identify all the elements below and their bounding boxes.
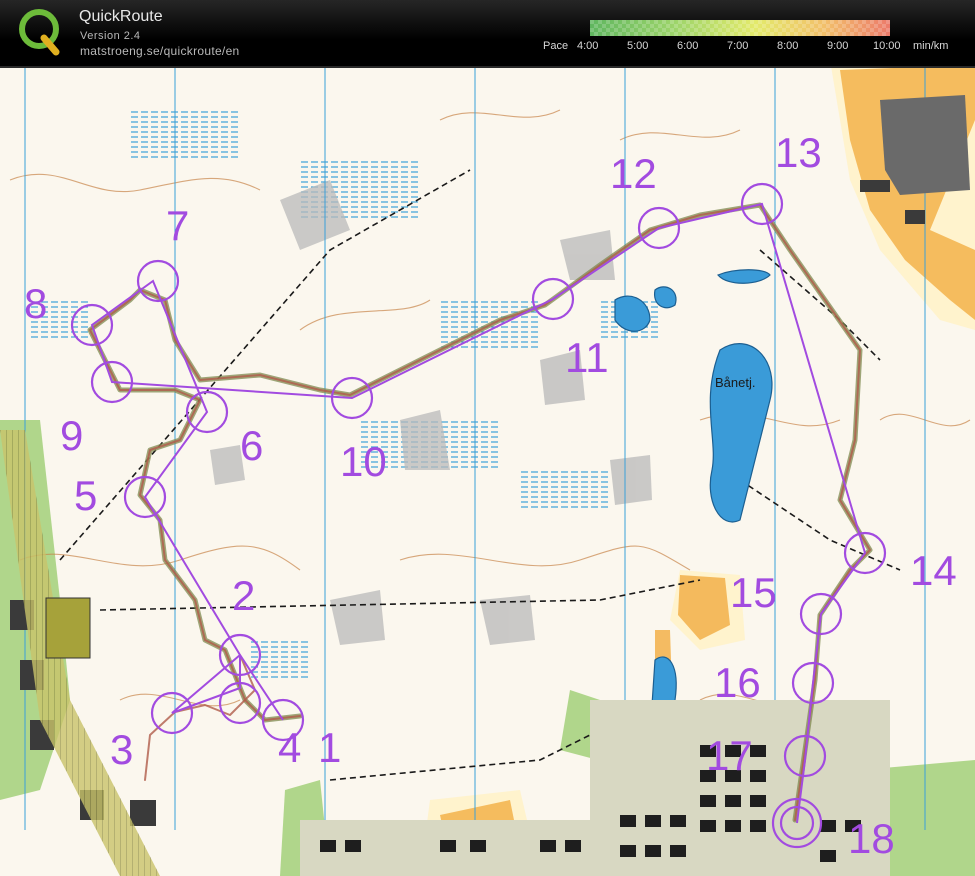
pace-color-scale — [590, 20, 890, 36]
app-url[interactable]: matstroeng.se/quickroute/en — [80, 44, 240, 58]
control-number: 3 — [110, 726, 133, 773]
control-number: 2 — [232, 572, 255, 619]
control-number: 16 — [714, 659, 761, 706]
pace-tick-label: 4:00 — [577, 40, 599, 52]
pace-unit-label: min/km — [913, 40, 949, 52]
orienteering-map[interactable]: Bånetj. 1 2 3 4 5 6 7 8 9 10 11 12 13 14… — [0, 68, 975, 876]
pace-tick-label: 6:00 — [677, 40, 699, 52]
quickroute-viewer: QuickRoute Version 2.4 matstroeng.se/qui… — [0, 0, 975, 876]
control-number: 15 — [730, 569, 777, 616]
control-number: 6 — [240, 422, 263, 469]
control-number: 17 — [706, 732, 753, 779]
lake-label: Bånetj. — [715, 375, 755, 390]
pace-tick-label: 9:00 — [827, 40, 849, 52]
control-number: 9 — [60, 412, 83, 459]
pace-tick-label: 5:00 — [627, 40, 649, 52]
small-lake — [653, 286, 677, 309]
control-number: 5 — [74, 472, 97, 519]
control-number: 7 — [166, 202, 189, 249]
control-number: 10 — [340, 438, 387, 485]
control-number: 13 — [775, 129, 822, 176]
app-version: Version 2.4 — [80, 30, 141, 42]
pace-tick-label: 8:00 — [777, 40, 799, 52]
control-number: 12 — [610, 150, 657, 197]
quickroute-logo-icon — [19, 9, 60, 56]
control-number: 8 — [24, 280, 47, 327]
header-bar: QuickRoute Version 2.4 matstroeng.se/qui… — [0, 0, 975, 68]
control-number: 11 — [565, 334, 609, 381]
app-title: QuickRoute — [79, 8, 163, 25]
control-number: 18 — [848, 815, 895, 862]
pace-tick-label: 10:00 — [873, 40, 901, 52]
pace-scale-label: Pace — [543, 40, 569, 52]
control-number: 4 — [278, 724, 301, 771]
pace-tick-label: 7:00 — [727, 40, 749, 52]
control-number: 1 — [318, 724, 341, 771]
control-number: 14 — [910, 547, 957, 594]
